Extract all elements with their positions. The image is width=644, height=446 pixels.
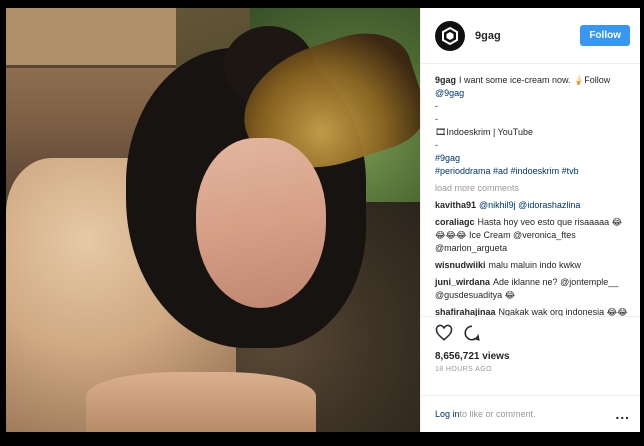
post-username[interactable]: 9gag bbox=[475, 30, 501, 42]
load-more-comments-link[interactable]: load more comments bbox=[435, 182, 630, 195]
comment-username[interactable]: shafirahajinaa bbox=[435, 307, 496, 316]
screenshot-frame: 9gag Follow 9gag I want some ice-cream no… bbox=[0, 0, 644, 446]
caption-mention[interactable]: @9gag bbox=[435, 87, 630, 100]
post-header: 9gag Follow bbox=[421, 8, 640, 64]
comment-bubble-icon[interactable] bbox=[463, 324, 481, 347]
heart-icon[interactable] bbox=[435, 324, 453, 347]
comment-item: shafirahajinaa Ngakak wak org indonesia 😂… bbox=[435, 306, 630, 316]
caption-dash: - bbox=[435, 101, 438, 111]
caption-dash: - bbox=[435, 114, 438, 124]
caption-hashtag[interactable]: #9gag bbox=[435, 152, 630, 165]
action-icons bbox=[435, 324, 630, 347]
comment-item: juni_wirdana Ade iklanne ne? @jontemple__… bbox=[435, 276, 630, 302]
login-bar: Log in to like or comment. ... bbox=[421, 395, 640, 432]
caption-hashtags[interactable]: #perioddrama #ad #indoeskrim #tvb bbox=[435, 165, 630, 178]
comment-item: kavitha91 @nikhil9j @idorashazlina bbox=[435, 199, 630, 212]
comment-username[interactable]: wisnudwiiki bbox=[435, 260, 486, 270]
post-photo[interactable] bbox=[6, 8, 420, 432]
comments-section: 9gag I want some ice-cream now. 🍦Follow @… bbox=[421, 64, 640, 316]
caption-username[interactable]: 9gag bbox=[435, 75, 456, 85]
caption-credit: 🎞Indoeskrim | YouTube bbox=[435, 127, 533, 137]
face bbox=[196, 138, 326, 308]
hands-with-cone bbox=[86, 372, 316, 432]
post-side-panel: 9gag Follow 9gag I want some ice-cream no… bbox=[420, 8, 640, 432]
login-prompt-text: to like or comment. bbox=[459, 409, 536, 419]
9gag-logo-icon[interactable] bbox=[435, 20, 465, 51]
post-actions: 8,656,721 views 18 HOURS AGO bbox=[421, 316, 640, 373]
comment-username[interactable]: juni_wirdana bbox=[435, 277, 490, 287]
more-options-icon[interactable]: ... bbox=[615, 406, 630, 422]
caption: 9gag I want some ice-cream now. 🍦Follow @… bbox=[435, 74, 630, 178]
caption-text: I want some ice-cream now. 🍦Follow bbox=[459, 75, 611, 85]
follow-button[interactable]: Follow bbox=[580, 25, 630, 46]
comment-item: wisnudwiiki malu maluin indo kwkw bbox=[435, 259, 630, 272]
post-timestamp[interactable]: 18 HOURS AGO bbox=[435, 366, 630, 373]
comment-item: coraliagc Hasta hoy veo esto que risaaaaa… bbox=[435, 216, 630, 255]
comment-text: malu maluin indo kwkw bbox=[488, 260, 582, 270]
comment-text: @nikhil9j @idorashazlina bbox=[479, 200, 581, 210]
caption-dash: - bbox=[435, 140, 438, 150]
view-count: 8,656,721 views bbox=[435, 351, 510, 362]
stone-wall-top bbox=[6, 8, 176, 68]
login-link[interactable]: Log in bbox=[435, 409, 460, 419]
comment-username[interactable]: coraliagc bbox=[435, 217, 475, 227]
comment-username[interactable]: kavitha91 bbox=[435, 200, 476, 210]
instagram-post: 9gag Follow 9gag I want some ice-cream no… bbox=[6, 8, 640, 432]
